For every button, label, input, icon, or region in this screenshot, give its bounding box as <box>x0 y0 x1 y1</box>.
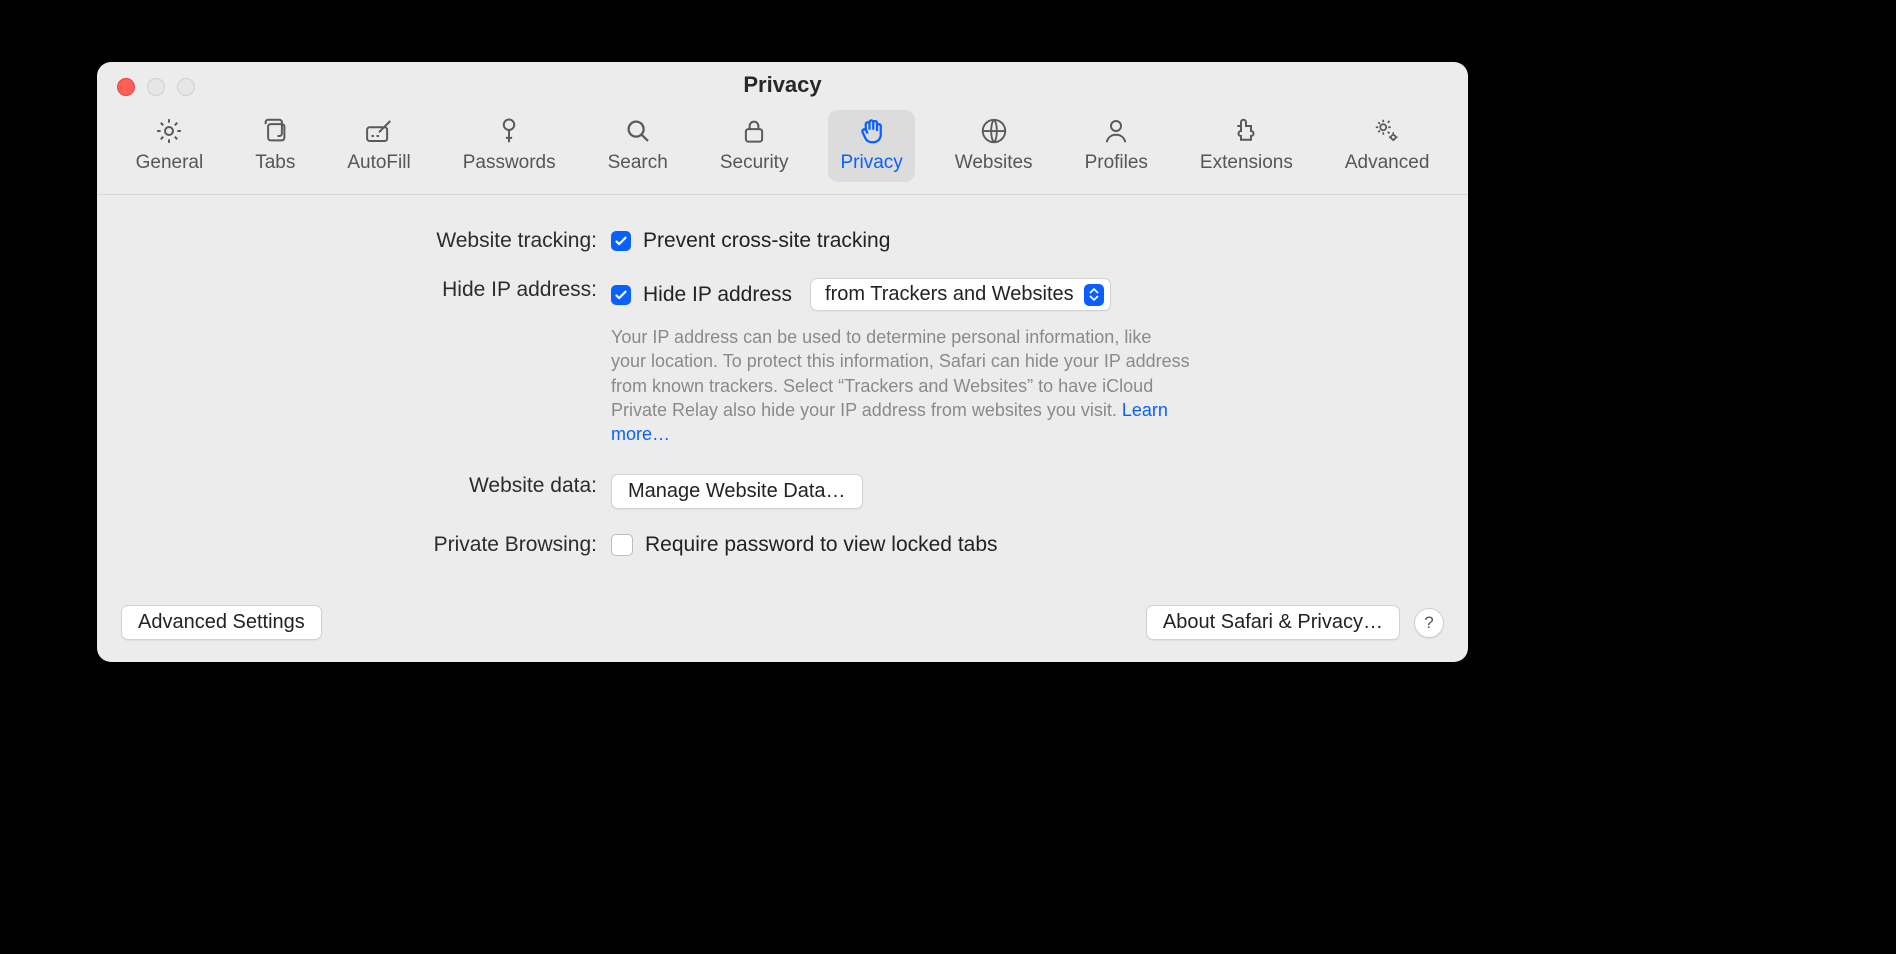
autofill-icon <box>364 116 394 146</box>
lock-icon <box>739 116 769 146</box>
label-private-browsing: Private Browsing: <box>137 533 611 557</box>
hide-ip-description: Your IP address can be used to determine… <box>611 325 1191 446</box>
tab-passwords[interactable]: Passwords <box>451 110 568 182</box>
tab-general[interactable]: General <box>124 110 216 182</box>
row-hide-ip-desc: Your IP address can be used to determine… <box>137 321 1428 446</box>
help-button[interactable]: ? <box>1414 608 1444 638</box>
manage-website-data-button[interactable]: Manage Website Data… <box>611 474 863 509</box>
hand-icon <box>857 116 887 146</box>
globe-icon <box>979 116 1009 146</box>
description-text: Your IP address can be used to determine… <box>611 327 1190 420</box>
tab-security[interactable]: Security <box>708 110 801 182</box>
tab-tabs[interactable]: Tabs <box>243 110 307 182</box>
label-website-data: Website data: <box>137 474 611 498</box>
label-hide-ip: Hide IP address: <box>137 278 611 302</box>
tab-label: AutoFill <box>347 152 410 174</box>
checkbox-require-password[interactable]: Require password to view locked tabs <box>611 533 998 557</box>
tab-label: Profiles <box>1085 152 1148 174</box>
gears-icon <box>1372 116 1402 146</box>
tab-extensions[interactable]: Extensions <box>1188 110 1305 182</box>
preferences-toolbar: General Tabs AutoFill Passwords Search <box>97 106 1468 195</box>
dropdown-value: from Trackers and Websites <box>825 283 1084 306</box>
row-website-tracking: Website tracking: Prevent cross-site tra… <box>137 229 1428 254</box>
updown-icon <box>1084 284 1104 306</box>
checkbox-label: Require password to view locked tabs <box>645 533 998 557</box>
checkbox-icon <box>611 285 631 305</box>
dropdown-hide-ip-scope[interactable]: from Trackers and Websites <box>810 278 1111 311</box>
tab-label: Search <box>608 152 668 174</box>
tab-profiles[interactable]: Profiles <box>1073 110 1160 182</box>
titlebar: Privacy <box>97 62 1468 106</box>
person-icon <box>1101 116 1131 146</box>
tab-label: Tabs <box>255 152 295 174</box>
label-website-tracking: Website tracking: <box>137 229 611 253</box>
checkbox-icon <box>611 534 633 556</box>
tab-label: Privacy <box>840 152 902 174</box>
tab-websites[interactable]: Websites <box>943 110 1045 182</box>
tab-label: Security <box>720 152 789 174</box>
search-icon <box>623 116 653 146</box>
tab-label: Passwords <box>463 152 556 174</box>
checkbox-prevent-cross-site[interactable]: Prevent cross-site tracking <box>611 229 890 253</box>
window-title: Privacy <box>97 72 1468 98</box>
tab-privacy[interactable]: Privacy <box>828 110 914 182</box>
checkbox-hide-ip[interactable]: Hide IP address <box>611 283 792 307</box>
key-icon <box>494 116 524 146</box>
advanced-settings-button[interactable]: Advanced Settings <box>121 605 322 640</box>
bottom-bar: Advanced Settings About Safari & Privacy… <box>97 605 1468 640</box>
preferences-window: Privacy General Tabs AutoFill Passwords <box>97 62 1468 662</box>
tab-advanced[interactable]: Advanced <box>1333 110 1442 182</box>
tab-label: General <box>136 152 204 174</box>
tab-autofill[interactable]: AutoFill <box>335 110 422 182</box>
puzzle-icon <box>1231 116 1261 146</box>
gear-icon <box>154 116 184 146</box>
tabs-icon <box>260 116 290 146</box>
tab-search[interactable]: Search <box>596 110 680 182</box>
about-safari-privacy-button[interactable]: About Safari & Privacy… <box>1146 605 1400 640</box>
checkbox-label: Prevent cross-site tracking <box>643 229 890 253</box>
tab-label: Websites <box>955 152 1033 174</box>
row-private-browsing: Private Browsing: Require password to vi… <box>137 533 1428 562</box>
checkbox-icon <box>611 231 631 251</box>
tab-label: Extensions <box>1200 152 1293 174</box>
content-area: Website tracking: Prevent cross-site tra… <box>97 195 1468 562</box>
row-hide-ip: Hide IP address: Hide IP address from Tr… <box>137 278 1428 311</box>
tab-label: Advanced <box>1345 152 1430 174</box>
row-website-data: Website data: Manage Website Data… <box>137 474 1428 509</box>
checkbox-label: Hide IP address <box>643 283 792 307</box>
